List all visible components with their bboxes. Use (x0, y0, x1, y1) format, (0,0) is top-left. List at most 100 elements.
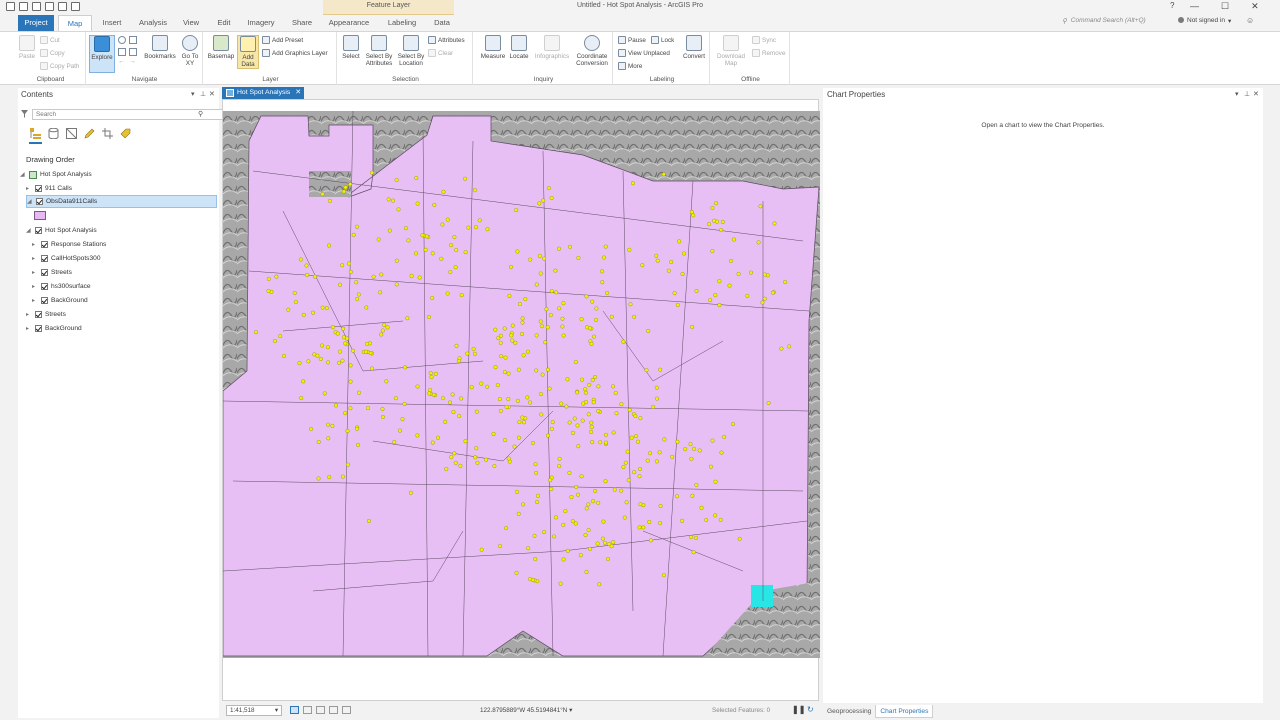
pane-menu-icon[interactable]: ▾ (191, 88, 195, 101)
toc-layer-streets-group[interactable]: ▸ Streets (32, 266, 72, 279)
help-icon[interactable]: ? (1170, 1, 1174, 10)
close-tab-icon[interactable]: ✕ (295, 87, 301, 99)
signin-status[interactable]: Not signed in ▾ (1178, 17, 1231, 25)
toc-layer-response-stations[interactable]: ▸ Response Stations (32, 238, 106, 251)
visibility-checkbox[interactable] (41, 255, 48, 262)
infographics-button[interactable]: Infographics (532, 35, 572, 60)
locate-button[interactable]: Locate (508, 35, 530, 60)
toc-layer-callhotspots300[interactable]: ▸ CallHotSpots300 (32, 252, 100, 265)
tab-labeling[interactable]: Labeling (383, 15, 421, 31)
refresh-icon[interactable]: ↻ (807, 705, 814, 714)
scale-selector[interactable]: 1:41,518 ▾ (226, 705, 282, 716)
zoom-selected-icon[interactable] (129, 48, 137, 56)
filter-icon[interactable] (21, 110, 28, 118)
hotspot-highlight-cell[interactable] (751, 585, 773, 607)
add-graphics-layer-button[interactable]: Add Graphics Layer (262, 49, 328, 57)
visibility-checkbox[interactable] (35, 185, 42, 192)
expand-arrow-icon[interactable]: ▸ (32, 255, 38, 262)
toc-layer-streets[interactable]: ▸ Streets (26, 308, 66, 321)
tab-imagery[interactable]: Imagery (245, 15, 277, 31)
select-button[interactable]: Select (341, 35, 361, 60)
zoom-layer-icon[interactable] (118, 48, 126, 56)
add-data-button[interactable]: Add Data (237, 35, 259, 69)
polygon-symbol-swatch[interactable] (34, 211, 46, 220)
tab-appearance[interactable]: Appearance (327, 15, 371, 31)
coordinate-conversion-button[interactable]: Coordinate Conversion (573, 35, 611, 67)
close-button[interactable]: ✕ (1251, 1, 1259, 12)
toc-map-hot-spot-analysis[interactable]: ◢ Hot Spot Analysis (20, 168, 92, 181)
minimize-button[interactable]: — (1190, 1, 1199, 12)
basemap-button[interactable]: Basemap (207, 35, 235, 60)
copy-path-button[interactable]: Copy Path (40, 62, 79, 70)
tab-insert[interactable]: Insert (98, 15, 126, 31)
save-icon[interactable] (32, 2, 41, 11)
add-preset-button[interactable]: Add Preset (262, 36, 303, 44)
drawing-order-icon[interactable] (30, 128, 41, 139)
paste-button[interactable]: Paste (18, 35, 36, 60)
navigator-icon[interactable] (342, 706, 351, 714)
selection-list-icon[interactable] (66, 128, 77, 139)
contents-search-input[interactable] (32, 109, 225, 120)
tab-map[interactable]: Map (58, 15, 92, 31)
collapse-arrow-icon[interactable]: ◢ (26, 227, 32, 234)
more-button[interactable]: More (618, 62, 642, 70)
cut-button[interactable]: Cut (40, 36, 60, 44)
expand-arrow-icon[interactable]: ▸ (32, 297, 38, 304)
expand-arrow-icon[interactable]: ▸ (26, 185, 32, 192)
new-project-icon[interactable] (6, 2, 15, 11)
expand-arrow-icon[interactable]: ▸ (26, 311, 32, 318)
tab-view[interactable]: View (180, 15, 202, 31)
redo-icon[interactable] (71, 2, 80, 11)
smiley-feedback-icon[interactable]: ☺ (1246, 16, 1254, 25)
rotation-icon[interactable] (329, 706, 338, 714)
expand-arrow-icon[interactable]: ▸ (32, 269, 38, 276)
toc-layer-background-group[interactable]: ▸ BackGround (32, 294, 88, 307)
pin-icon[interactable]: ⊥ (1244, 88, 1250, 101)
grid-view-icon[interactable] (290, 706, 299, 714)
explore-button[interactable]: Explore (89, 35, 115, 73)
undo-icon[interactable] (58, 2, 67, 11)
expand-arrow-icon[interactable]: ▸ (32, 241, 38, 248)
tab-analysis[interactable]: Analysis (136, 15, 170, 31)
toc-layer-background[interactable]: ▸ BackGround (26, 322, 82, 335)
toc-layer-911-calls[interactable]: ▸ 911 Calls (26, 182, 72, 195)
download-map-button[interactable]: Download Map (714, 35, 748, 67)
copy-button[interactable]: Copy (40, 49, 65, 57)
toc-layer-hs300surface[interactable]: ▸ hs300surface (32, 280, 91, 293)
fixed-zoom-icon[interactable] (129, 36, 137, 44)
convert-button[interactable]: Convert (681, 35, 707, 60)
expand-arrow-icon[interactable]: ▸ (32, 283, 38, 290)
tab-data[interactable]: Data (431, 15, 453, 31)
back-arrow-icon[interactable]: ← (118, 58, 125, 65)
lock-labels-button[interactable]: Lock (651, 36, 674, 44)
collapse-arrow-icon[interactable]: ◢ (27, 198, 33, 205)
visibility-checkbox[interactable] (35, 227, 42, 234)
tab-project[interactable]: Project (18, 15, 54, 31)
map-view-tab[interactable]: Hot Spot Analysis ✕ (222, 87, 304, 99)
visibility-checkbox[interactable] (35, 311, 42, 318)
pin-icon[interactable]: ⊥ (200, 88, 206, 101)
fixed-scale-icon[interactable] (303, 706, 312, 714)
sync-button[interactable]: Sync (752, 36, 776, 44)
print-icon[interactable] (45, 2, 54, 11)
command-search[interactable]: ⚲ Command Search (Alt+Q) (1062, 17, 1146, 25)
pane-menu-icon[interactable]: ▾ (1235, 88, 1239, 101)
tab-edit[interactable]: Edit (214, 15, 234, 31)
toc-group-hot-spot-analysis[interactable]: ◢ Hot Spot Analysis (26, 224, 97, 237)
toc-layer-obsdata911calls[interactable]: ◢ ObsData911Calls (26, 195, 217, 208)
visibility-checkbox[interactable] (35, 325, 42, 332)
close-pane-icon[interactable]: ✕ (1253, 88, 1259, 101)
tab-geoprocessing[interactable]: Geoprocessing (823, 705, 875, 718)
collapse-arrow-icon[interactable]: ◢ (20, 171, 26, 178)
attributes-button[interactable]: Attributes (428, 36, 465, 44)
tab-chart-properties[interactable]: Chart Properties (875, 705, 934, 718)
visibility-checkbox[interactable] (41, 297, 48, 304)
clear-selection-button[interactable]: Clear (428, 49, 453, 57)
select-by-location-button[interactable]: Select By Location (396, 35, 426, 67)
close-pane-icon[interactable]: ✕ (209, 88, 215, 101)
go-to-xy-button[interactable]: Go To XY (179, 35, 201, 67)
maximize-button[interactable]: ☐ (1221, 1, 1229, 12)
expand-arrow-icon[interactable]: ▸ (26, 325, 32, 332)
measure-button[interactable]: Measure (479, 35, 507, 60)
pause-labels-button[interactable]: Pause (618, 36, 646, 44)
